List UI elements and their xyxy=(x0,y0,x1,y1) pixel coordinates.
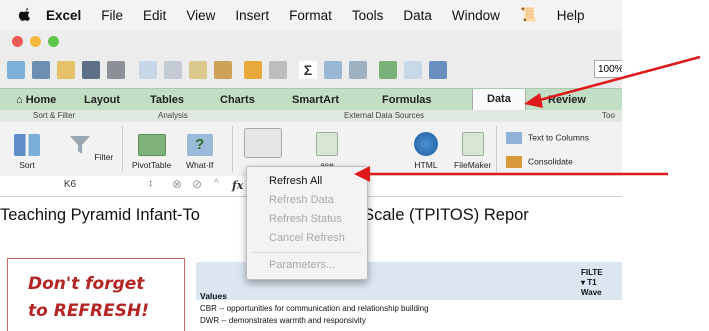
arrow-head-refresh-all xyxy=(354,166,370,182)
arrow-to-data-tab xyxy=(535,55,701,103)
arrow-head-data-tab xyxy=(524,93,543,108)
annotation-arrows xyxy=(354,55,701,182)
